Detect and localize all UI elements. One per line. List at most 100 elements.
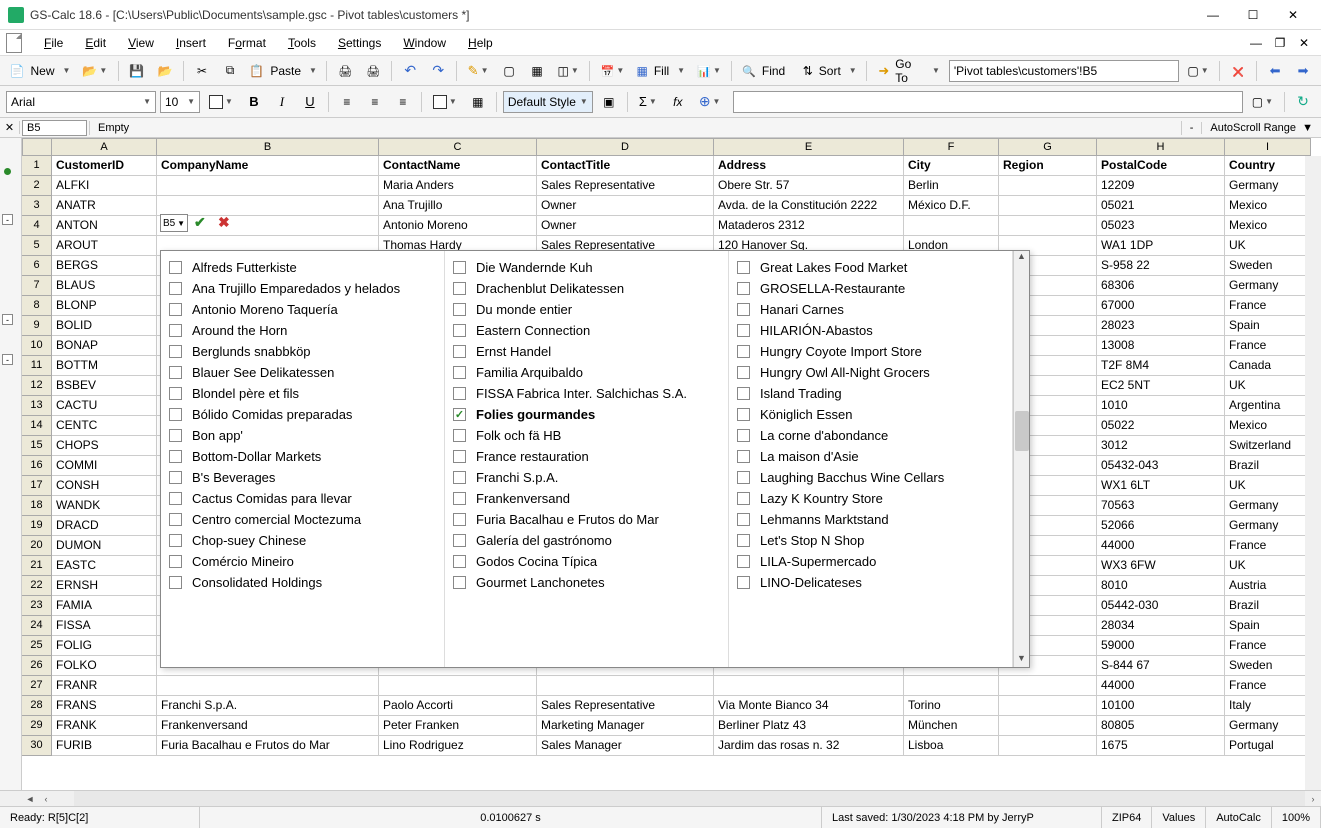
maximize-button[interactable]: ☐ [1233,1,1273,29]
filter-item[interactable]: Ernst Handel [449,341,724,362]
inplace-accept-button[interactable]: ✔ [194,214,206,231]
merge-button[interactable]: ▦ [525,59,549,83]
close-button[interactable]: ✕ [1273,1,1313,29]
cell[interactable]: 67000 [1097,296,1225,316]
checkbox-icon[interactable] [169,534,182,547]
mdi-restore-button[interactable]: ❐ [1269,34,1291,52]
cell[interactable]: 8010 [1097,576,1225,596]
cell[interactable]: 13008 [1097,336,1225,356]
cell[interactable]: UK [1225,476,1311,496]
style-combo[interactable]: Default Style▼ [503,91,593,113]
checkbox-icon[interactable] [737,261,750,274]
row-header[interactable]: 13 [22,396,52,416]
cell[interactable]: Sales Representative [537,176,714,196]
row-header[interactable]: 14 [22,416,52,436]
checkbox-icon[interactable] [169,387,182,400]
cell[interactable]: Sales Manager [537,736,714,756]
status-zip[interactable]: ZIP64 [1102,807,1152,828]
cell[interactable]: CENTC [52,416,157,436]
cell[interactable]: Region [999,156,1097,176]
cell[interactable]: Torino [904,696,999,716]
checkbox-icon[interactable] [169,576,182,589]
minimize-button[interactable]: — [1193,1,1233,29]
cell[interactable]: WA1 1DP [1097,236,1225,256]
find-button[interactable]: Find [738,59,795,83]
cell[interactable]: 1010 [1097,396,1225,416]
cell[interactable]: Austria [1225,576,1311,596]
checkbox-icon[interactable] [453,261,466,274]
checkbox-icon[interactable] [453,429,466,442]
cell[interactable]: France [1225,336,1311,356]
cell[interactable]: DUMON [52,536,157,556]
cell[interactable]: CompanyName [157,156,379,176]
row-header[interactable]: 17 [22,476,52,496]
cell[interactable]: BOLID [52,316,157,336]
filter-item[interactable]: Great Lakes Food Market [733,257,1008,278]
cell[interactable]: München [904,716,999,736]
checkbox-icon[interactable] [169,324,182,337]
cell[interactable] [157,176,379,196]
cell[interactable]: 05022 [1097,416,1225,436]
date-button[interactable]: ▼ [596,59,628,83]
scrollbar-thumb[interactable] [1015,411,1029,451]
checkbox-icon[interactable] [453,387,466,400]
cell[interactable]: 12209 [1097,176,1225,196]
cell[interactable]: WX3 6FW [1097,556,1225,576]
checkbox-icon[interactable] [737,366,750,379]
filter-item[interactable]: LILA-Supermercado [733,551,1008,572]
function-button[interactable] [666,90,690,114]
address-input[interactable] [954,64,1174,78]
row-header[interactable]: 26 [22,656,52,676]
cell[interactable] [157,216,379,236]
paste-button[interactable]: Paste▼ [246,59,320,83]
cell[interactable]: Avda. de la Constitución 2222 [714,196,904,216]
filter-item[interactable]: Bólido Comidas preparadas [165,404,440,425]
cell[interactable]: Sweden [1225,656,1311,676]
cell[interactable]: Mexico [1225,416,1311,436]
filter-item[interactable]: Comércio Mineiro [165,551,440,572]
cell[interactable]: Brazil [1225,596,1311,616]
cell[interactable]: Switzerland [1225,436,1311,456]
filter-item[interactable]: Cactus Comidas para llevar [165,488,440,509]
dropdown-scrollbar[interactable]: ▲ ▼ [1013,251,1029,667]
cell[interactable]: Germany [1225,516,1311,536]
cell[interactable]: ContactTitle [537,156,714,176]
cell[interactable]: Address [714,156,904,176]
cell[interactable]: Lisboa [904,736,999,756]
cell[interactable]: Germany [1225,176,1311,196]
tree-collapse-button[interactable]: - [2,354,13,365]
font-combo[interactable]: Arial▼ [6,91,156,113]
font-size-combo[interactable]: 10▼ [160,91,200,113]
filter-item[interactable]: France restauration [449,446,724,467]
cell[interactable]: FAMIA [52,596,157,616]
filter-item[interactable]: Let's Stop N Shop [733,530,1008,551]
cell[interactable] [157,676,379,696]
redo-button[interactable] [426,59,450,83]
nav-left-button[interactable] [1263,59,1287,83]
chart-button[interactable]: ▼ [693,59,725,83]
row-header[interactable]: 6 [22,256,52,276]
cell[interactable] [999,716,1097,736]
row-header[interactable]: 1 [22,156,52,176]
filter-item[interactable]: La corne d'abondance [733,425,1008,446]
filter-item[interactable]: Hanari Carnes [733,299,1008,320]
cell[interactable]: ERNSH [52,576,157,596]
undo-button[interactable] [398,59,422,83]
cell[interactable]: Berlin [904,176,999,196]
underline-button[interactable] [298,90,322,114]
cell[interactable]: S-958 22 [1097,256,1225,276]
cell[interactable]: Portugal [1225,736,1311,756]
cell[interactable]: Argentina [1225,396,1311,416]
cell[interactable]: FRANS [52,696,157,716]
filter-item[interactable]: Die Wandernde Kuh [449,257,724,278]
cell[interactable] [904,216,999,236]
checkbox-icon[interactable] [453,534,466,547]
cell[interactable]: WX1 6LT [1097,476,1225,496]
filter-item[interactable]: Bon app' [165,425,440,446]
cell[interactable]: FOLKO [52,656,157,676]
cell[interactable]: Mexico [1225,196,1311,216]
checkbox-icon[interactable] [453,408,466,421]
highlight-button[interactable]: ▼ [463,59,493,83]
cell[interactable]: ANTON [52,216,157,236]
filter-item[interactable]: Island Trading [733,383,1008,404]
